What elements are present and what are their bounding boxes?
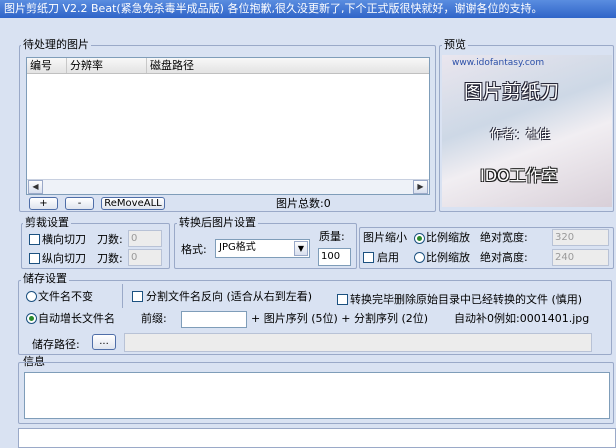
- preview-url: www.idofantasy.com: [452, 58, 545, 68]
- dropdown-button[interactable]: ▼: [294, 241, 308, 256]
- vertical-knife-count-label: 刀数:: [97, 252, 123, 265]
- absolute-height-input[interactable]: 240: [552, 249, 609, 266]
- info-textarea[interactable]: [24, 372, 610, 419]
- vertical-cut-checkbox[interactable]: [29, 253, 40, 264]
- preview-author: 作者：杜佳: [490, 127, 551, 141]
- split-reverse-label: 分割文件名反向 (适合从右到左看): [146, 290, 313, 303]
- chevron-left-icon: ◀: [32, 182, 39, 191]
- format-label: 格式:: [181, 243, 207, 256]
- absolute-width-input[interactable]: 320: [552, 229, 609, 246]
- column-header-id[interactable]: 编号: [27, 58, 67, 73]
- scroll-left-button[interactable]: ◀: [28, 180, 43, 194]
- preview-image: www.idofantasy.com 图片剪纸刀 作者：杜佳 IDO工作室: [442, 55, 612, 207]
- quality-label: 质量:: [319, 230, 345, 243]
- format-select-value: JPG格式: [219, 242, 256, 253]
- scroll-right-button[interactable]: ▶: [413, 180, 428, 194]
- horizontal-cut-label: 横向切刀: [42, 233, 86, 246]
- column-header-resolution[interactable]: 分辨率: [67, 58, 147, 73]
- ratio-scale-radio-2[interactable]: [414, 252, 425, 263]
- quality-input[interactable]: 100: [318, 248, 351, 266]
- save-path-label: 储存路径:: [32, 338, 80, 351]
- status-bar: [18, 428, 616, 448]
- enable-scale-label: 启用: [377, 251, 399, 264]
- remove-button[interactable]: -: [65, 197, 94, 210]
- vertical-cut-label: 纵向切刀: [42, 252, 86, 265]
- horizontal-cut-checkbox[interactable]: [29, 234, 40, 245]
- total-images-count: 图片总数:0: [276, 197, 331, 210]
- vertical-knife-count-input[interactable]: 0: [128, 249, 162, 266]
- preview-logo: 图片剪纸刀: [464, 81, 560, 103]
- save-path-input[interactable]: [124, 333, 592, 352]
- column-header-path[interactable]: 磁盘路径: [147, 58, 429, 73]
- ratio-scale-radio-1[interactable]: [414, 233, 425, 244]
- ratio-scale-label-2: 比例缩放: [426, 251, 470, 264]
- preview-label: 预览: [442, 38, 468, 51]
- absolute-width-label: 绝对宽度:: [480, 231, 528, 244]
- delete-original-label: 转换完毕删除原始目录中已经转换的文件 (慎用): [350, 293, 583, 306]
- delete-original-checkbox[interactable]: [337, 294, 348, 305]
- window-title: 图片剪纸刀 V2.2 Beat(紧急免杀毒半成品版) 各位抱歉,很久没更新了,下…: [0, 0, 616, 18]
- add-button[interactable]: +: [29, 197, 58, 210]
- pending-images-label: 待处理的图片: [21, 38, 91, 51]
- remove-all-button[interactable]: ReMoveALL: [101, 197, 165, 210]
- sequence-format-text: + 图片序列 (5位) + 分割序列 (2位): [251, 312, 429, 325]
- auto-increment-label: 自动增长文件名: [38, 312, 115, 325]
- filename-unchanged-radio[interactable]: [26, 291, 37, 302]
- enable-scale-checkbox[interactable]: [363, 252, 374, 263]
- list-header: 编号 分辨率 磁盘路径: [27, 58, 429, 74]
- divider: [122, 284, 123, 308]
- cut-settings-label: 剪裁设置: [23, 216, 71, 229]
- scale-label: 图片缩小: [363, 231, 407, 244]
- horizontal-knife-count-input[interactable]: 0: [128, 230, 162, 247]
- prefix-label: 前缀:: [141, 312, 167, 325]
- prefix-input[interactable]: [181, 311, 247, 328]
- browse-button[interactable]: ...: [92, 334, 116, 350]
- split-reverse-checkbox[interactable]: [132, 291, 143, 302]
- example-filename-text: 自动补0例如:0001401.jpg: [454, 312, 590, 325]
- chevron-right-icon: ▶: [417, 182, 424, 191]
- horizontal-knife-count-label: 刀数:: [97, 233, 123, 246]
- absolute-height-label: 绝对高度:: [480, 251, 528, 264]
- pending-images-list[interactable]: 编号 分辨率 磁盘路径 ◀ ▶: [26, 57, 430, 195]
- save-settings-label: 储存设置: [21, 272, 69, 285]
- convert-settings-label: 转换后图片设置: [177, 216, 258, 229]
- format-select[interactable]: JPG格式 ▼: [215, 239, 310, 258]
- preview-studio: IDO工作室: [480, 166, 558, 185]
- chevron-down-icon: ▼: [297, 244, 305, 253]
- ratio-scale-label-1: 比例缩放: [426, 231, 470, 244]
- horizontal-scrollbar[interactable]: ◀ ▶: [27, 179, 429, 194]
- auto-increment-radio[interactable]: [26, 313, 37, 324]
- filename-unchanged-label: 文件名不变: [38, 290, 93, 303]
